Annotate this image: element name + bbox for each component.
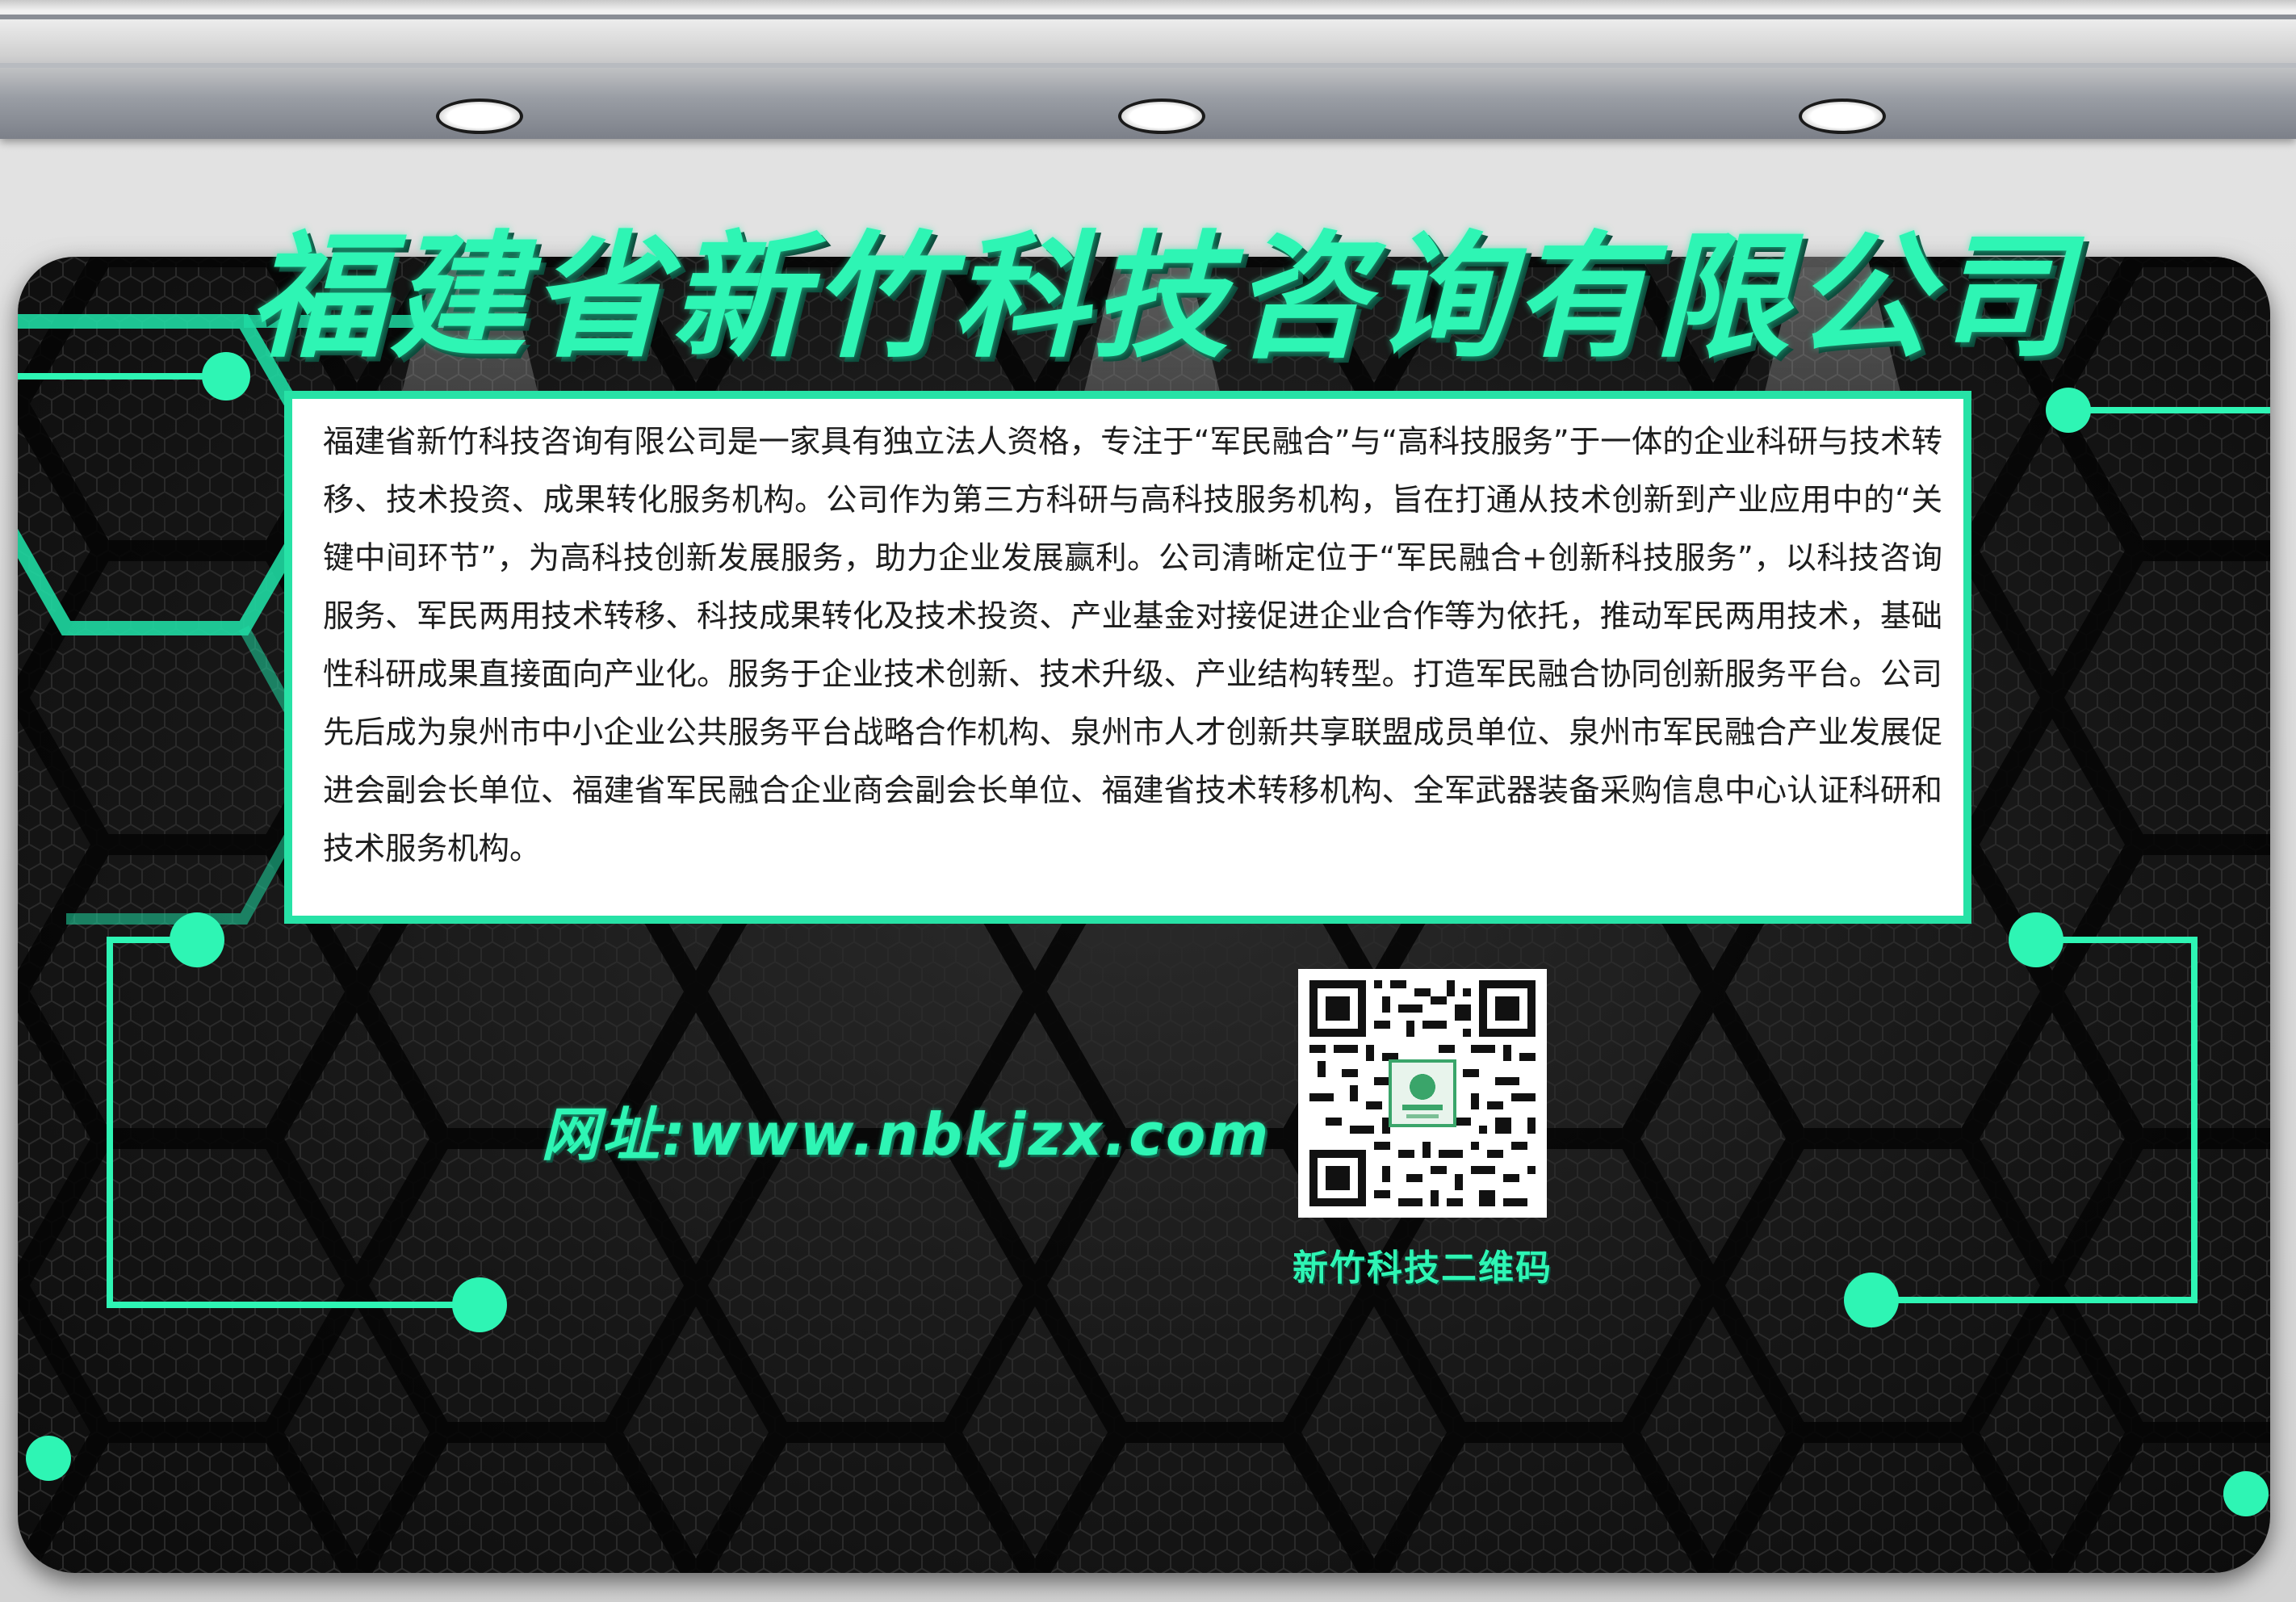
website-url[interactable]: 网址:www.nbkjzx.com bbox=[541, 1087, 1271, 1172]
spotlight-lamp-icon bbox=[1799, 99, 1886, 134]
circuit-node bbox=[452, 1277, 507, 1332]
circuit-node bbox=[2223, 1471, 2269, 1516]
company-title: 福建省新竹科技咨询有限公司 bbox=[249, 218, 2076, 376]
description-box: 福建省新竹科技咨询有限公司是一家具有独立法人资格，专注于“军民融合”与“高科技服… bbox=[284, 391, 1971, 924]
company-description: 福建省新竹科技咨询有限公司是一家具有独立法人资格，专注于“军民融合”与“高科技服… bbox=[323, 424, 1942, 867]
circuit-node bbox=[1844, 1273, 1899, 1327]
circuit-node bbox=[2046, 388, 2091, 433]
qr-code-label: 新竹科技二维码 bbox=[1293, 1248, 1552, 1289]
qr-code-icon bbox=[1298, 969, 1547, 1218]
circuit-node bbox=[2009, 912, 2063, 967]
circuit-node bbox=[26, 1436, 71, 1481]
spotlight-lamp-icon bbox=[1118, 99, 1205, 134]
spotlight-lamp-icon bbox=[436, 99, 523, 134]
circuit-node bbox=[170, 912, 224, 967]
